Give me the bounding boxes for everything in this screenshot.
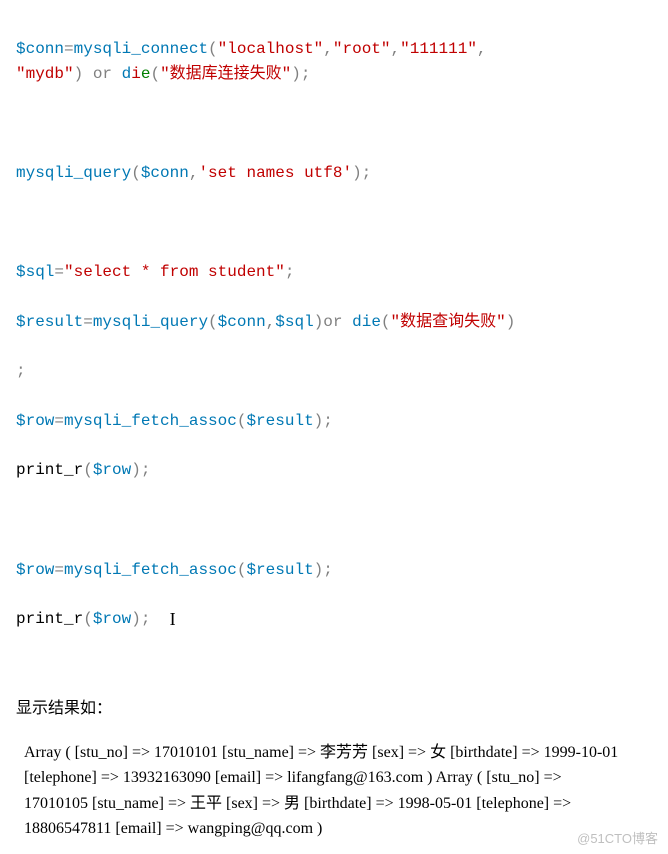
- code-block: $conn=mysqli_connect("localhost","root",…: [16, 12, 652, 657]
- var-sql: $sql: [275, 313, 313, 331]
- kw-or: or: [93, 65, 112, 83]
- var-conn: $conn: [141, 164, 189, 182]
- var-sql: $sql: [16, 263, 54, 281]
- func-printr: print_r: [16, 461, 83, 479]
- var-result: $result: [16, 313, 83, 331]
- code-line-9: print_r($row); I: [16, 607, 652, 632]
- func-fetch-assoc: mysqli_fetch_assoc: [64, 412, 237, 430]
- var-row2: $row: [16, 561, 54, 579]
- str-root: "root": [333, 40, 391, 58]
- func-mysqli-connect: mysqli_connect: [74, 40, 208, 58]
- str-queryfail: "数据查询失败": [391, 313, 506, 331]
- kw-die2: die: [352, 313, 381, 331]
- str-select: "select * from student": [64, 263, 285, 281]
- semi: ;: [16, 362, 26, 380]
- code-line-8: $row=mysqli_fetch_assoc($result);: [16, 558, 652, 583]
- var-result2: $result: [246, 561, 313, 579]
- str-localhost: "localhost": [218, 40, 324, 58]
- text-cursor-icon: I: [170, 610, 176, 628]
- str-pass: "111111": [400, 40, 477, 58]
- result-output: Array ( [stu_no] => 17010101 [stu_name] …: [16, 740, 652, 842]
- watermark: @51CTO博客: [577, 829, 658, 849]
- var-row: $row: [93, 461, 131, 479]
- code-line-6: $row=mysqli_fetch_assoc($result);: [16, 409, 652, 434]
- func-mysqli-query: mysqli_query: [16, 164, 131, 182]
- func-fetch-assoc2: mysqli_fetch_assoc: [64, 561, 237, 579]
- kw-or2: or: [323, 313, 342, 331]
- var-result: $result: [246, 412, 313, 430]
- str-db: "mydb": [16, 65, 74, 83]
- var-row3: $row: [93, 610, 131, 628]
- var-conn: $conn: [16, 40, 64, 58]
- func-mysqli-query2: mysqli_query: [93, 313, 208, 331]
- str-setnames: 'set names utf8': [198, 164, 352, 182]
- code-line-5: ;: [16, 359, 652, 384]
- func-printr2: print_r: [16, 610, 83, 628]
- var-conn: $conn: [218, 313, 266, 331]
- code-line-3: $sql="select * from student";: [16, 260, 652, 285]
- str-connfail: "数据库连接失败": [160, 65, 291, 83]
- code-line-7: print_r($row);: [16, 458, 652, 483]
- code-line-4: $result=mysqli_query($conn,$sql)or die("…: [16, 310, 652, 335]
- var-row: $row: [16, 412, 54, 430]
- code-line-1: $conn=mysqli_connect("localhost","root",…: [16, 37, 652, 87]
- result-intro-label: 显示结果如：: [16, 697, 652, 722]
- code-line-2: mysqli_query($conn,'set names utf8');: [16, 161, 652, 186]
- kw-die: die: [122, 65, 151, 83]
